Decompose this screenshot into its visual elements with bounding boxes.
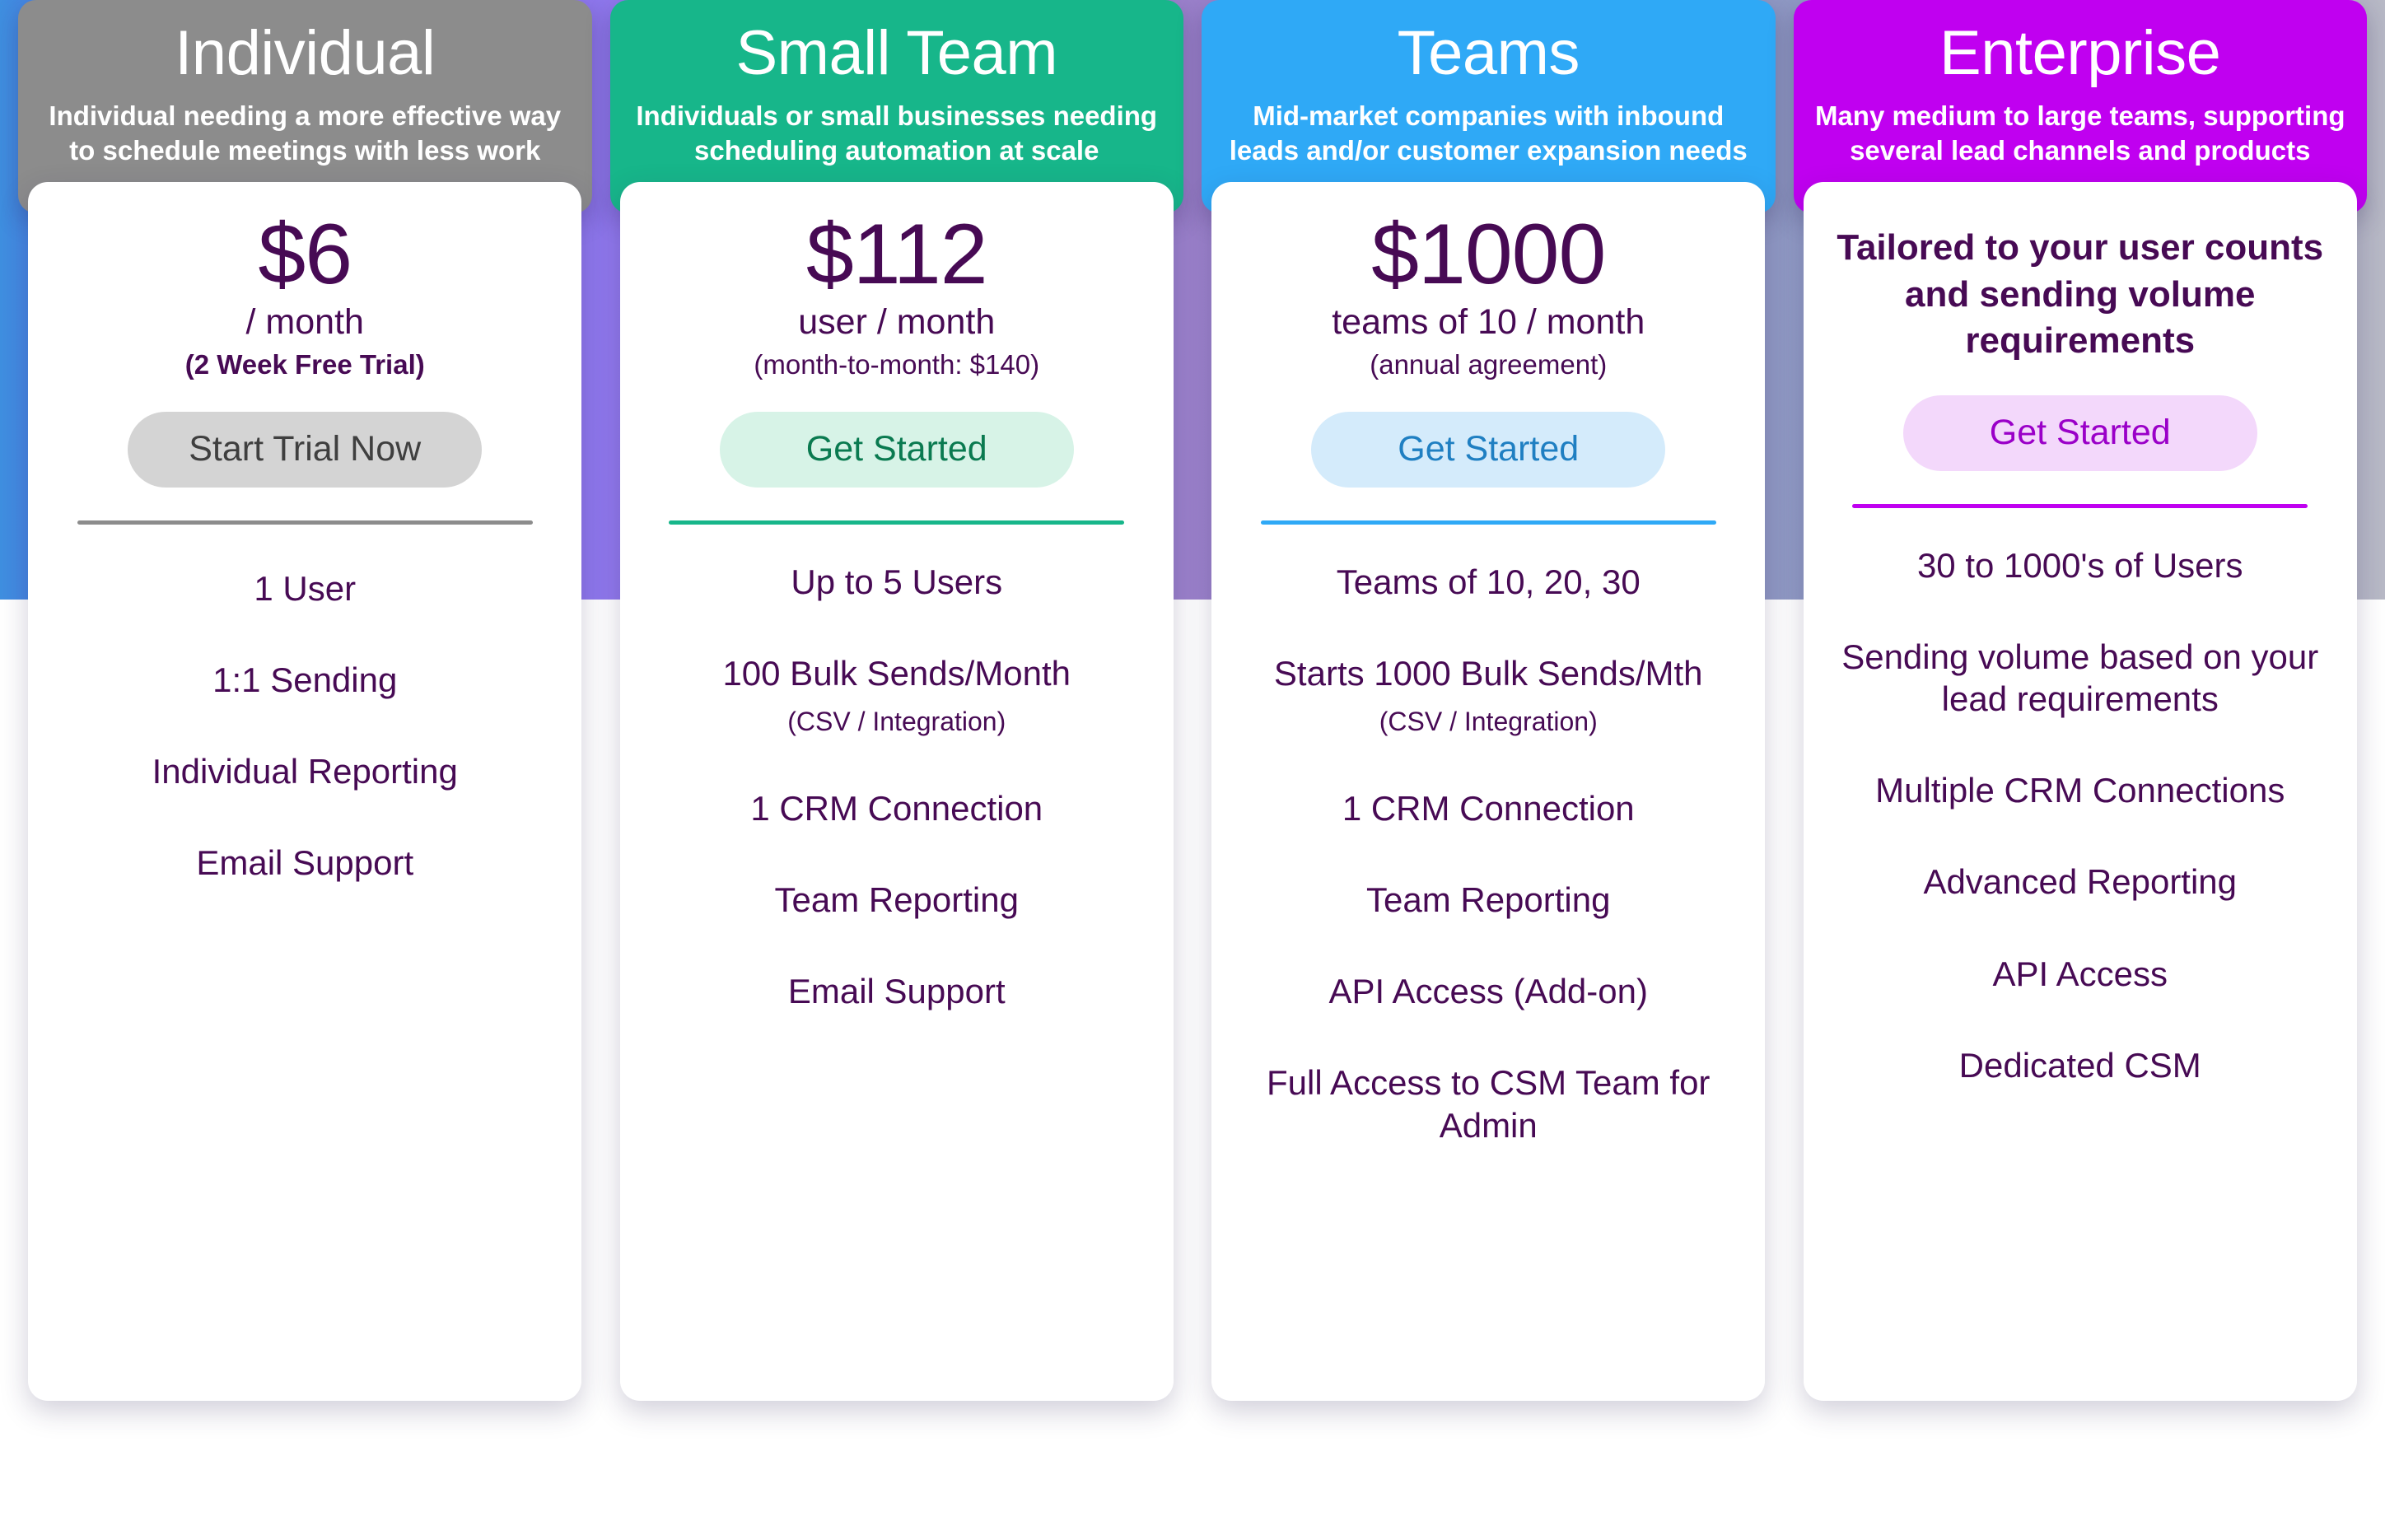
feature-list: 1 User 1:1 Sending Individual Reporting …	[46, 567, 563, 934]
feature-item: 100 Bulk Sends/Month (CSV / Integration)	[638, 652, 1155, 738]
feature-label: Multiple CRM Connections	[1875, 771, 2285, 810]
get-started-button[interactable]: Get Started	[1311, 412, 1666, 488]
get-started-button[interactable]: Get Started	[719, 412, 1074, 488]
plan-custom-price: Tailored to your user counts and sending…	[1837, 227, 2324, 361]
feature-item: Team Reporting	[638, 879, 1155, 921]
feature-item: 1 User	[254, 568, 357, 608]
plan-price-unit: teams of 10 / month	[1332, 302, 1645, 343]
feature-label: 1 CRM Connection	[750, 788, 1043, 828]
pricing-page: Individual Individual needing a more eff…	[0, 0, 2385, 1540]
plan-price-note: (2 Week Free Trial)	[184, 348, 425, 380]
feature-item: Dedicated CSM	[1822, 1044, 2339, 1086]
feature-label: Full Access to CSM Team for Admin	[1267, 1063, 1711, 1145]
feature-item: Email Support	[196, 843, 414, 883]
section-divider	[77, 520, 533, 525]
feature-label: Sending volume based on your lead requir…	[1841, 637, 2319, 718]
feature-item: Sending volume based on your lead requir…	[1822, 636, 2339, 720]
plan-subtitle: Mid-market companies with inbound leads …	[1229, 100, 1748, 166]
feature-sublabel: (CSV / Integration)	[787, 707, 1006, 737]
feature-item: 1 CRM Connection	[638, 787, 1155, 829]
plan-price-note: (month-to-month: $140)	[754, 348, 1040, 380]
feature-item: Individual Reporting	[152, 752, 458, 791]
plan-price: $1000	[1371, 207, 1606, 303]
pricing-card-enterprise: Enterprise Many medium to large teams, s…	[1793, 0, 2367, 1402]
plan-price-note: (annual agreement)	[1370, 348, 1608, 380]
feature-label: API Access (Add-on)	[1328, 972, 1648, 1011]
feature-label: Team Reporting	[1366, 880, 1611, 919]
section-divider	[1852, 503, 2308, 508]
feature-list: Up to 5 Users 100 Bulk Sends/Month (CSV …	[638, 561, 1155, 1062]
feature-label: Dedicated CSM	[1958, 1045, 2201, 1085]
plan-title: Individual	[175, 18, 436, 88]
card-body-enterprise: Tailored to your user counts and sending…	[1803, 182, 2357, 1402]
plan-subtitle: Many medium to large teams, supporting s…	[1814, 100, 2345, 166]
plan-title: Small Team	[735, 18, 1058, 88]
card-body-teams: $1000 teams of 10 / month (annual agreem…	[1211, 182, 1766, 1402]
pricing-card-individual: Individual Individual needing a more eff…	[18, 0, 592, 1402]
feature-label: Email Support	[787, 972, 1006, 1011]
pricing-card-row: Individual Individual needing a more eff…	[0, 0, 2385, 1540]
plan-title: Enterprise	[1939, 18, 2221, 88]
feature-item: Email Support	[638, 970, 1155, 1012]
feature-label: 1 CRM Connection	[1342, 788, 1635, 828]
feature-item: 30 to 1000's of Users	[1822, 544, 2339, 586]
card-body-small-team: $112 user / month (month-to-month: $140)…	[619, 182, 1174, 1402]
feature-item: 1:1 Sending	[212, 660, 398, 700]
section-divider	[669, 520, 1125, 525]
plan-price: $6	[258, 207, 352, 303]
feature-item: Team Reporting	[1230, 879, 1747, 921]
plan-price-unit: user / month	[798, 302, 996, 343]
feature-label: Starts 1000 Bulk Sends/Mth	[1273, 654, 1703, 693]
feature-list: 30 to 1000's of Users Sending volume bas…	[1822, 544, 2339, 1136]
pricing-card-teams: Teams Mid-market companies with inbound …	[1202, 0, 1776, 1402]
feature-item: Starts 1000 Bulk Sends/Mth (CSV / Integr…	[1230, 652, 1747, 738]
feature-sublabel: (CSV / Integration)	[1379, 707, 1598, 737]
section-divider	[1260, 520, 1716, 525]
start-trial-button[interactable]: Start Trial Now	[128, 412, 483, 488]
feature-label: Advanced Reporting	[1923, 862, 2238, 902]
plan-price-unit: / month	[245, 302, 364, 343]
feature-label: API Access	[1992, 954, 2168, 993]
feature-list: Teams of 10, 20, 30 Starts 1000 Bulk Sen…	[1230, 561, 1747, 1196]
feature-item: 1 CRM Connection	[1230, 787, 1747, 829]
feature-item: Teams of 10, 20, 30	[1230, 561, 1747, 603]
feature-item: API Access	[1822, 953, 2339, 995]
feature-item: API Access (Add-on)	[1230, 970, 1747, 1012]
feature-item: Up to 5 Users	[638, 561, 1155, 603]
get-started-button[interactable]: Get Started	[1902, 395, 2257, 471]
feature-item: Multiple CRM Connections	[1822, 769, 2339, 811]
plan-price: $112	[805, 207, 988, 303]
feature-label: 30 to 1000's of Users	[1916, 545, 2243, 585]
plan-title: Teams	[1397, 18, 1580, 88]
feature-item: Full Access to CSM Team for Admin	[1230, 1062, 1747, 1146]
card-body-individual: $6 / month (2 Week Free Trial) Start Tri…	[28, 182, 582, 1402]
feature-label: Teams of 10, 20, 30	[1336, 562, 1641, 601]
feature-label: 100 Bulk Sends/Month	[722, 654, 1071, 693]
feature-label: Team Reporting	[774, 880, 1019, 919]
plan-subtitle: Individuals or small businesses needing …	[636, 100, 1158, 166]
pricing-card-small-team: Small Team Individuals or small business…	[609, 0, 1183, 1402]
feature-label: Up to 5 Users	[791, 562, 1003, 601]
feature-item: Advanced Reporting	[1822, 861, 2339, 903]
plan-subtitle: Individual needing a more effective way …	[49, 100, 562, 166]
